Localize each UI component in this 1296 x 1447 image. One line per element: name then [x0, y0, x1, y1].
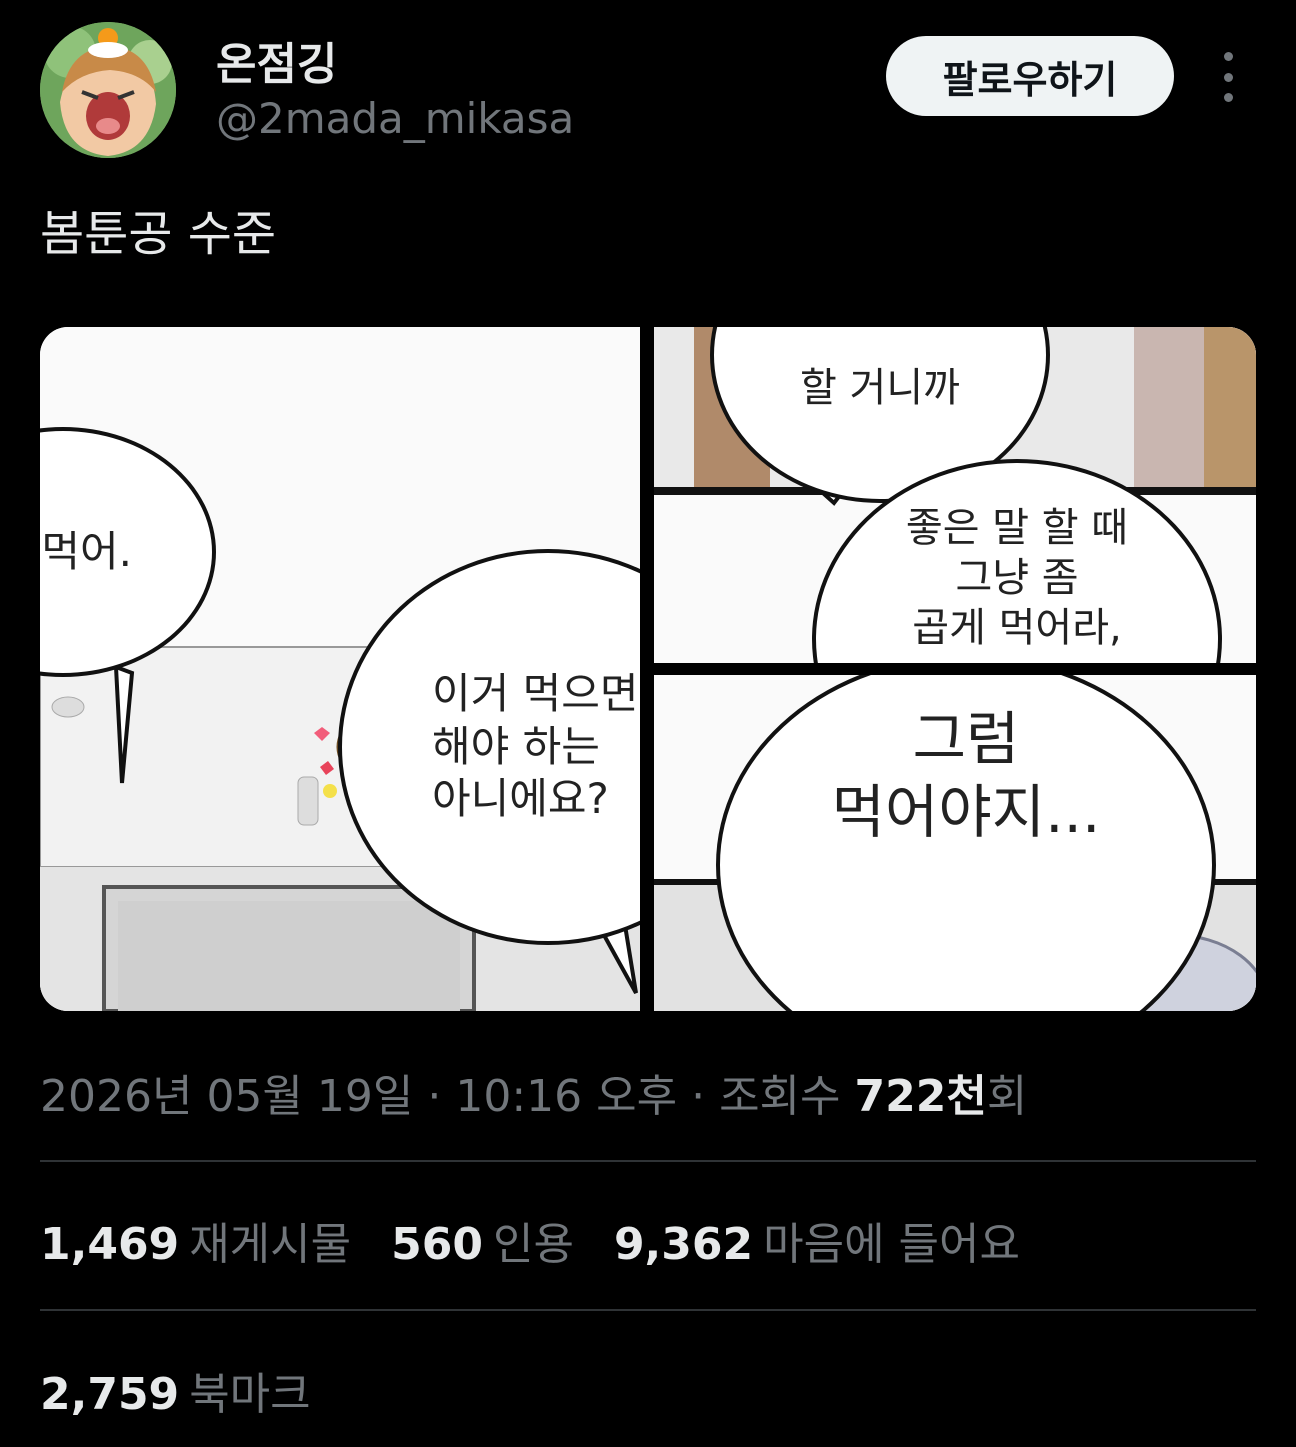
- tweet-time[interactable]: 10:16 오후: [455, 1071, 677, 1122]
- media-grid[interactable]: 먹어. 이거 먹으면 해야 하는 아니에요? 할 거니까 좋은 말 할 때 그냥…: [40, 327, 1256, 1011]
- quotes-count: 560: [391, 1219, 483, 1270]
- more-vertical-icon[interactable]: [1204, 52, 1252, 102]
- likes-stat[interactable]: 9,362 마음에 들어요: [614, 1208, 1020, 1272]
- user-handle[interactable]: @2mada_mikasa: [216, 94, 574, 143]
- tweet-meta: 2026년 05월 19일 · 10:16 오후 · 조회수 722천회: [40, 1060, 1027, 1124]
- display-name[interactable]: 온점깅: [216, 28, 337, 92]
- bookmarks-label: 북마크: [189, 1369, 311, 1420]
- media-image-bottom-right[interactable]: 그럼 먹어야지...: [654, 675, 1256, 1011]
- divider: [40, 1160, 1256, 1162]
- reposts-label: 재게시물: [189, 1219, 352, 1270]
- tweet-text: 봄툰공 수준: [40, 206, 277, 262]
- follow-button[interactable]: 팔로우하기: [886, 36, 1174, 116]
- separator: ·: [677, 1071, 720, 1122]
- views-count: 722천: [854, 1071, 987, 1122]
- separator: ·: [413, 1071, 456, 1122]
- views-label: 조회수: [719, 1071, 855, 1122]
- quotes-stat[interactable]: 560 인용: [391, 1208, 574, 1272]
- avatar[interactable]: [40, 22, 176, 158]
- quotes-label: 인용: [492, 1219, 574, 1270]
- bookmarks-count: 2,759: [40, 1369, 180, 1420]
- bookmarks-stat[interactable]: 2,759 북마크: [40, 1358, 311, 1422]
- tweet-date[interactable]: 2026년 05월 19일: [40, 1071, 413, 1122]
- avatar-image: [40, 22, 176, 158]
- reposts-count: 1,469: [40, 1219, 180, 1270]
- media-image-left[interactable]: 먹어. 이거 먹으면 해야 하는 아니에요?: [40, 327, 640, 1011]
- speech-bubble-5: 그럼 먹어야지...: [716, 675, 1216, 1011]
- likes-label: 마음에 들어요: [763, 1219, 1020, 1270]
- reposts-stat[interactable]: 1,469 재게시물: [40, 1208, 351, 1272]
- views-suffix: 회: [986, 1071, 1028, 1122]
- divider: [40, 1309, 1256, 1311]
- engagement-stats: 1,469 재게시물 560 인용 9,362 마음에 들어요: [40, 1208, 1020, 1272]
- likes-count: 9,362: [613, 1219, 754, 1270]
- media-image-top-right[interactable]: 할 거니까 좋은 말 할 때 그냥 좀 곱게 먹어라,: [654, 327, 1256, 663]
